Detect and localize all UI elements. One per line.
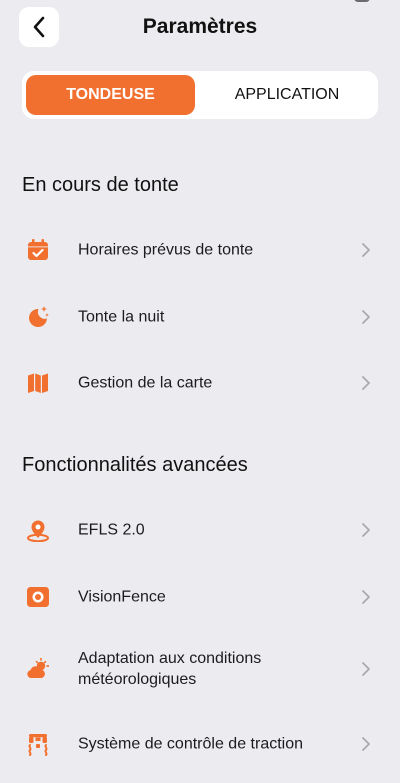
settings-item-label: Système de contrôle de traction	[78, 735, 304, 753]
settings-item-label: Adaptation aux conditions météorologique…	[78, 650, 262, 688]
tab-application[interactable]: APPLICATION	[200, 75, 374, 115]
section-title-mowing: En cours de tonte	[22, 174, 179, 196]
status-indicator	[354, 0, 370, 2]
settings-item-weather-adaptation[interactable]: Adaptation aux conditions météorologique…	[0, 641, 400, 697]
settings-item-visionfence[interactable]: VisionFence	[0, 569, 400, 625]
header: Paramètres	[0, 0, 400, 60]
settings-item-label: Gestion de la carte	[78, 374, 213, 392]
map-icon	[26, 371, 50, 395]
settings-item-label: Horaires prévus de tonte	[78, 241, 254, 259]
calendar-check-icon	[26, 238, 50, 262]
chevron-right-icon	[362, 590, 370, 604]
chevron-right-icon	[362, 310, 370, 324]
settings-item-label: VisionFence	[78, 588, 166, 606]
tab-tondeuse[interactable]: TONDEUSE	[26, 75, 195, 115]
chevron-right-icon	[362, 376, 370, 390]
chevron-right-icon	[362, 737, 370, 751]
section-title-advanced: Fonctionnalités avancées	[22, 454, 248, 476]
settings-item-map-management[interactable]: Gestion de la carte	[0, 355, 400, 411]
settings-item-label: EFLS 2.0	[78, 521, 145, 539]
settings-item-schedule[interactable]: Horaires prévus de tonte	[0, 222, 400, 278]
moon-stars-icon	[26, 305, 50, 329]
settings-item-traction-control[interactable]: Système de contrôle de traction	[0, 716, 400, 772]
chevron-right-icon	[362, 662, 370, 676]
camera-lens-icon	[26, 585, 50, 609]
settings-item-night-mowing[interactable]: Tonte la nuit	[0, 289, 400, 345]
tab-bar: TONDEUSE APPLICATION	[22, 71, 378, 119]
chevron-right-icon	[362, 243, 370, 257]
weather-sun-cloud-icon	[26, 657, 50, 681]
chevron-right-icon	[362, 523, 370, 537]
location-pin-icon	[26, 518, 50, 542]
traction-wheels-icon	[26, 732, 50, 756]
settings-item-label: Tonte la nuit	[78, 308, 165, 326]
settings-item-efls[interactable]: EFLS 2.0	[0, 502, 400, 558]
page-title: Paramètres	[142, 15, 258, 38]
